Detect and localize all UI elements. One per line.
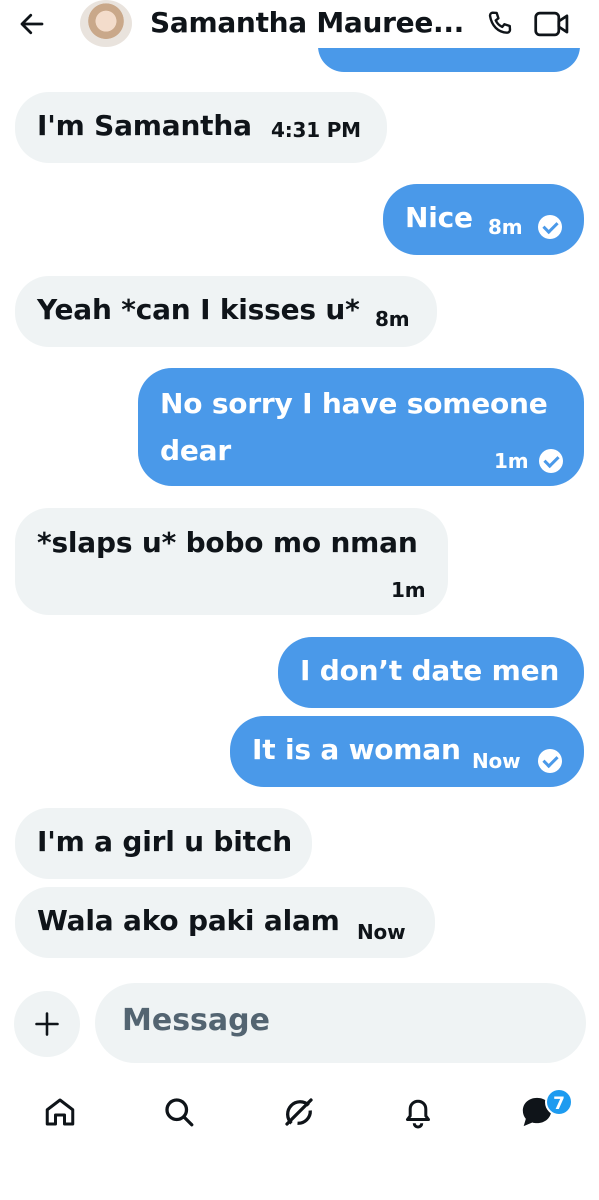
messages-badge: 7	[545, 1088, 573, 1116]
message-text-line2: dear	[160, 434, 231, 467]
read-receipt-icon	[538, 749, 562, 773]
message-bubble-outgoing[interactable]: I don’t date men	[278, 637, 584, 708]
phone-icon	[488, 11, 512, 34]
message-bubble-incoming[interactable]: Yeah *can I kisses u* 8m	[15, 276, 437, 347]
message-time: 1m	[494, 449, 529, 473]
message-bubble-incoming[interactable]: I'm Samantha 4:31 PM	[15, 92, 387, 163]
message-placeholder: Message	[122, 1003, 270, 1038]
back-button[interactable]	[14, 6, 50, 42]
message-bubble-outgoing[interactable]: Nice 8m	[383, 184, 584, 255]
tab-home[interactable]	[38, 1090, 82, 1134]
message-text: Wala ako paki alam	[37, 904, 340, 937]
message-time: 4:31 PM	[271, 118, 361, 142]
add-attachment-button[interactable]	[14, 991, 80, 1057]
call-button[interactable]	[482, 6, 518, 42]
contact-name[interactable]: Samantha Mauree...	[150, 3, 470, 43]
read-receipt-icon	[538, 215, 562, 239]
message-bubble-incoming[interactable]: I'm a girl u bitch	[15, 808, 312, 879]
tab-grok[interactable]	[277, 1090, 321, 1134]
back-arrow-icon	[20, 13, 44, 35]
video-icon	[534, 11, 569, 37]
search-icon	[165, 1098, 194, 1127]
grok-icon	[285, 1098, 313, 1126]
message-bubble-incoming[interactable]: Wala ako paki alam Now	[15, 887, 435, 958]
message-text: I don’t date men	[300, 654, 560, 687]
message-text: It is a woman	[252, 733, 461, 766]
message-text: I'm Samantha	[37, 109, 252, 142]
tab-notifications[interactable]	[396, 1090, 440, 1134]
message-time: 1m	[391, 578, 426, 602]
message-text: *slaps u* bobo mo nman	[37, 526, 418, 559]
message-text: Nice	[405, 201, 473, 234]
message-time: Now	[472, 749, 521, 773]
plus-icon	[35, 1012, 59, 1036]
message-time: 8m	[488, 215, 523, 239]
message-bubble-incoming[interactable]: *slaps u* bobo mo nman 1m	[15, 508, 448, 615]
message-bubble-outgoing[interactable]: No sorry I have someone dear 1m	[138, 368, 584, 486]
read-receipt-icon	[539, 449, 563, 473]
notifications-icon	[406, 1099, 430, 1129]
bottom-tab-bar	[0, 1078, 599, 1158]
message-text: I'm a girl u bitch	[37, 825, 292, 858]
message-text-line1: No sorry I have someone	[160, 387, 548, 420]
message-text: Yeah *can I kisses u*	[37, 293, 360, 326]
conversation-header: Samantha Mauree...	[0, 0, 599, 48]
avatar[interactable]	[80, 0, 132, 47]
video-call-button[interactable]	[532, 6, 572, 42]
message-time: Now	[357, 920, 406, 944]
message-input[interactable]: Message	[95, 983, 586, 1063]
message-time: 8m	[375, 307, 410, 331]
home-icon	[45, 1098, 75, 1126]
message-bubble-outgoing[interactable]: It is a woman Now	[230, 716, 584, 787]
tab-search[interactable]	[157, 1090, 201, 1134]
